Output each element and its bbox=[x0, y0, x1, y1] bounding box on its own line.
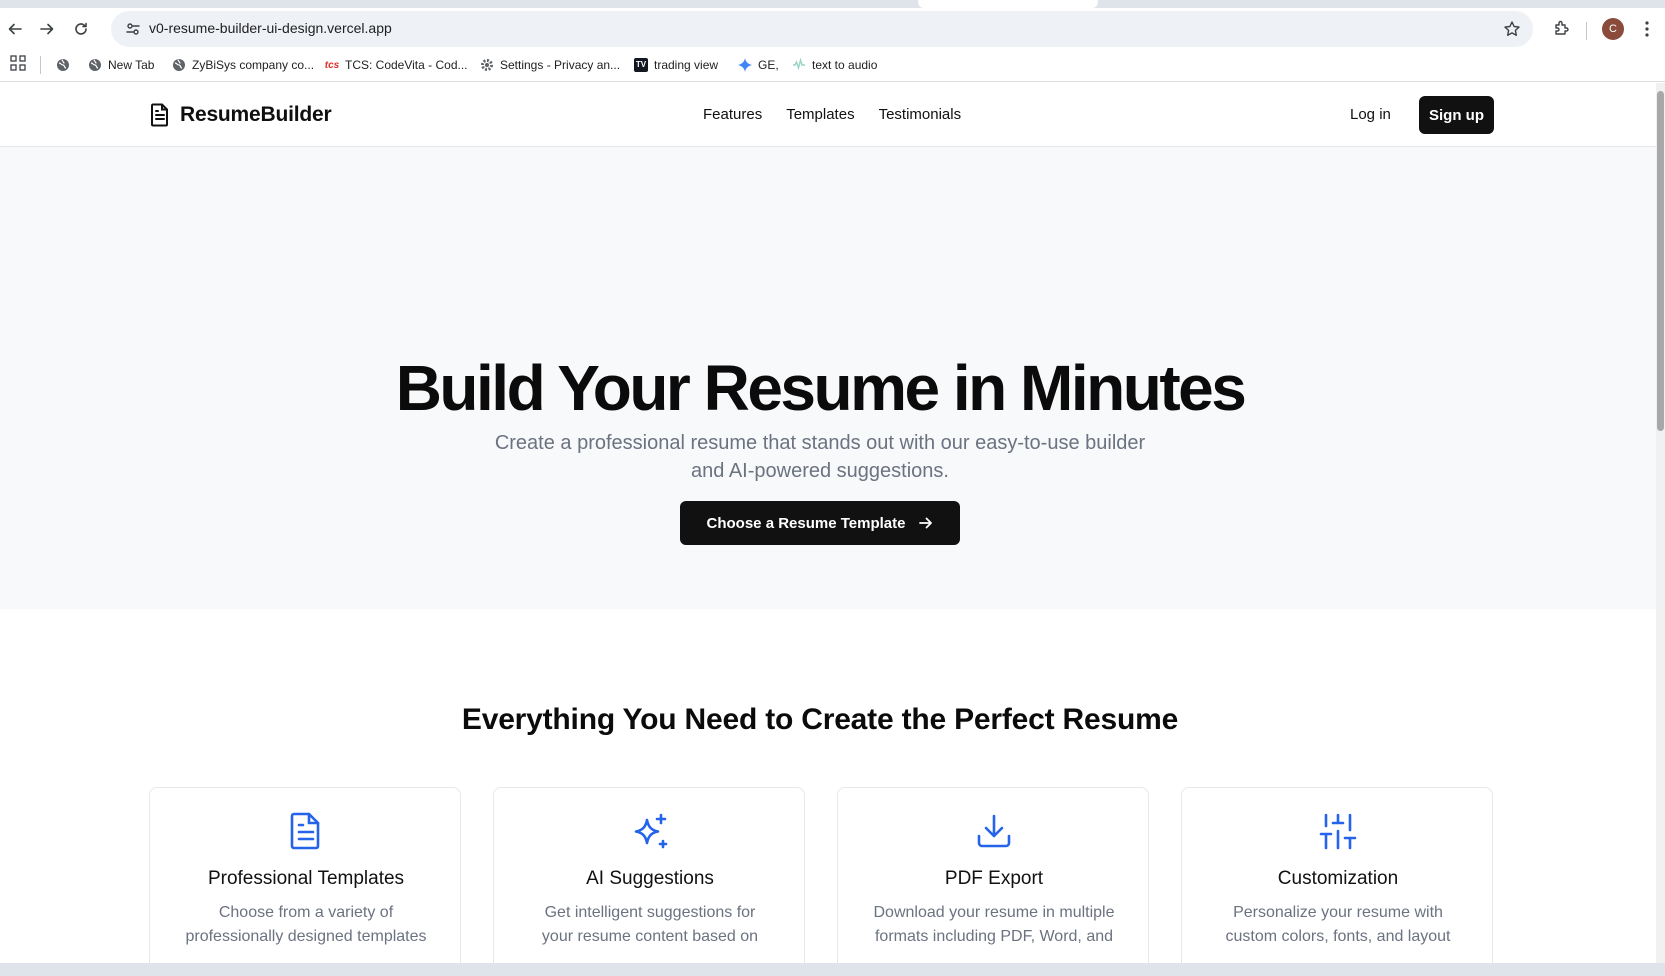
nav-link-templates[interactable]: Templates bbox=[786, 106, 854, 123]
feature-desc-line: Choose from a variety of bbox=[218, 904, 394, 921]
hero-title: Build Your Resume in Minutes bbox=[395, 352, 1247, 424]
bookmark-item[interactable]: tcs TCS: CodeVita - Cod... bbox=[325, 54, 468, 76]
feature-desc-line: Download your resume in multiple bbox=[873, 904, 1115, 921]
brand[interactable]: ResumeBuilder bbox=[150, 103, 332, 127]
features-title: Everything You Need to Create the Perfec… bbox=[461, 703, 1179, 736]
bookmark-star-icon[interactable] bbox=[1501, 18, 1523, 40]
sparkle-icon bbox=[738, 58, 752, 72]
reload-button[interactable] bbox=[66, 14, 96, 44]
feature-card: PDF Export Download your resume in multi… bbox=[837, 787, 1149, 963]
back-button[interactable] bbox=[0, 14, 30, 44]
forward-arrow-icon bbox=[40, 23, 54, 35]
signup-button[interactable]: Sign up bbox=[1419, 96, 1494, 134]
hero-subtitle: Create a professional resume that stands… bbox=[460, 429, 1180, 485]
feature-card: Customization Personalize your resume wi… bbox=[1181, 787, 1493, 963]
profile-avatar[interactable]: C bbox=[1602, 18, 1624, 40]
feature-desc-line: formats including PDF, Word, and bbox=[874, 928, 1114, 945]
scrollbar-thumb[interactable] bbox=[1657, 91, 1664, 431]
feature-card-description: Get intelligent suggestions for your resu… bbox=[512, 901, 788, 949]
bookmark-label: TCS: CodeVita - Cod... bbox=[345, 58, 468, 72]
cta-label: Choose a Resume Template bbox=[706, 514, 906, 532]
sliders-icon bbox=[1319, 813, 1357, 850]
feature-desc-line: Get intelligent suggestions for bbox=[544, 904, 756, 921]
site-header: ResumeBuilder Features Templates Testimo… bbox=[0, 83, 1656, 147]
bookmark-label: text to audio bbox=[812, 58, 878, 72]
bookmark-label: Settings - Privacy an... bbox=[500, 58, 621, 72]
choose-template-button[interactable]: Choose a Resume Template bbox=[680, 501, 960, 545]
site-info-icon[interactable] bbox=[121, 17, 145, 41]
feature-desc-line: custom colors, fonts, and layout bbox=[1225, 928, 1451, 945]
tcs-logo-icon: tcs bbox=[324, 59, 340, 71]
url-text[interactable]: v0-resume-builder-ui-design.vercel.app bbox=[149, 20, 392, 36]
hero-section: Build Your Resume in Minutes Create a pr… bbox=[0, 147, 1656, 609]
bookmarks-bar: New Tab ZyBiSys company co... tcs TCS: C… bbox=[0, 50, 1665, 82]
feature-cards: Professional Templates Choose from a var… bbox=[149, 787, 1493, 963]
feature-card-description: Download your resume in multiple formats … bbox=[856, 901, 1132, 949]
document-icon bbox=[290, 812, 320, 850]
address-bar[interactable]: v0-resume-builder-ui-design.vercel.app bbox=[111, 11, 1533, 47]
page-scrollbar[interactable] bbox=[1656, 83, 1665, 963]
bookmark-item[interactable]: Settings - Privacy an... bbox=[480, 54, 620, 76]
forward-button[interactable] bbox=[32, 14, 62, 44]
brand-name: ResumeBuilder bbox=[180, 103, 332, 126]
audio-wave-icon bbox=[792, 58, 806, 72]
download-icon bbox=[977, 814, 1011, 848]
feature-card-description: Choose from a variety of professionally d… bbox=[168, 901, 444, 949]
main-nav: Features Templates Testimonials bbox=[703, 106, 961, 123]
bookmark-item[interactable] bbox=[56, 54, 70, 76]
document-logo-icon bbox=[151, 103, 168, 127]
bookmark-item[interactable]: GE, bbox=[738, 54, 779, 76]
feature-card: Professional Templates Choose from a var… bbox=[149, 787, 461, 963]
tradingview-logo-icon: TV bbox=[634, 58, 648, 72]
globe-icon bbox=[56, 58, 70, 72]
back-arrow-icon bbox=[8, 23, 22, 35]
taskbar-strip bbox=[0, 963, 1665, 976]
bookmark-item[interactable]: ZyBiSys company co... bbox=[172, 54, 314, 76]
extensions-icon[interactable] bbox=[1548, 14, 1576, 42]
bookmark-label: GE, bbox=[758, 58, 779, 72]
bookmarks-separator bbox=[40, 56, 41, 74]
kebab-menu-icon[interactable] bbox=[1636, 16, 1658, 42]
toolbar-separator bbox=[1586, 22, 1587, 40]
apps-grid-icon[interactable] bbox=[10, 55, 28, 73]
browser-window: v0-resume-builder-ui-design.vercel.app C… bbox=[0, 0, 1665, 976]
feature-desc-line: Personalize your resume with bbox=[1233, 904, 1443, 921]
bookmark-item[interactable]: New Tab bbox=[88, 54, 154, 76]
feature-desc-line: professionally designed templates bbox=[185, 928, 427, 945]
globe-icon bbox=[172, 58, 186, 72]
feature-card-title: Professional Templates bbox=[207, 868, 405, 889]
nav-link-testimonials[interactable]: Testimonials bbox=[879, 106, 962, 123]
hero-subtitle-line: Create a professional resume that stands… bbox=[494, 432, 1146, 454]
arrow-right-icon bbox=[919, 517, 933, 529]
feature-card-title: Customization bbox=[1277, 868, 1399, 889]
browser-toolbar: v0-resume-builder-ui-design.vercel.app C bbox=[0, 8, 1665, 50]
bookmark-item[interactable]: text to audio bbox=[792, 54, 877, 76]
feature-card-description: Personalize your resume with custom color… bbox=[1200, 901, 1476, 949]
bookmark-label: New Tab bbox=[108, 58, 155, 72]
feature-card: AI Suggestions Get intelligent suggestio… bbox=[493, 787, 805, 963]
gear-icon bbox=[480, 58, 494, 72]
feature-desc-line: your resume content based on bbox=[541, 928, 759, 945]
active-tab[interactable] bbox=[918, 0, 1098, 8]
sparkles-icon bbox=[634, 813, 668, 849]
bookmark-label: trading view bbox=[654, 58, 719, 72]
feature-card-title: PDF Export bbox=[944, 868, 1044, 889]
nav-link-features[interactable]: Features bbox=[703, 106, 762, 123]
bookmark-label: ZyBiSys company co... bbox=[192, 58, 315, 72]
reload-icon bbox=[75, 22, 87, 35]
feature-card-title: AI Suggestions bbox=[586, 868, 714, 889]
tab-strip bbox=[0, 0, 1665, 8]
bookmark-item[interactable]: TV trading view bbox=[634, 54, 718, 76]
web-page: ResumeBuilder Features Templates Testimo… bbox=[0, 83, 1656, 963]
login-button[interactable]: Log in bbox=[1350, 106, 1391, 123]
hero-subtitle-line: and AI-powered suggestions. bbox=[691, 460, 949, 482]
globe-icon bbox=[88, 58, 102, 72]
